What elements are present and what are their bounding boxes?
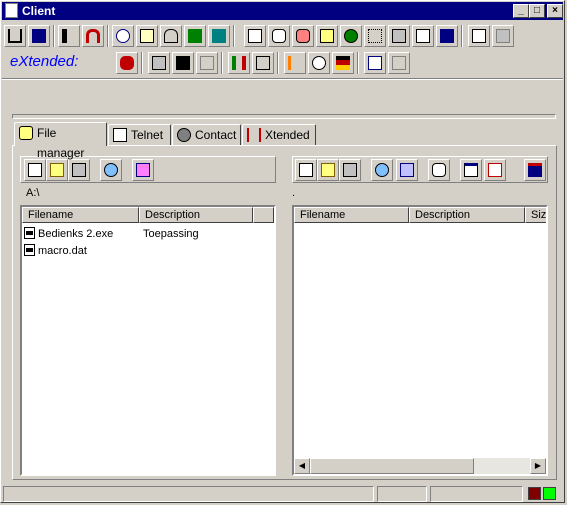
recycle-icon[interactable] bbox=[339, 159, 361, 181]
column-header-filename[interactable]: Filename bbox=[294, 207, 409, 223]
close-button[interactable]: × bbox=[547, 4, 563, 18]
tab-label: Telnet bbox=[131, 128, 164, 142]
disconnect-icon[interactable] bbox=[28, 25, 50, 47]
printer-icon[interactable] bbox=[412, 25, 434, 47]
scroll-thumb[interactable] bbox=[310, 458, 474, 474]
speaker-icon[interactable] bbox=[58, 25, 80, 47]
info-icon[interactable] bbox=[112, 25, 134, 47]
transfer-icon[interactable] bbox=[371, 159, 393, 181]
toolbar-separator bbox=[221, 52, 223, 74]
file-icon bbox=[24, 227, 35, 239]
settings-wrench-icon[interactable] bbox=[388, 52, 410, 74]
help-icon[interactable] bbox=[308, 52, 330, 74]
tab-label: Xtended bbox=[265, 128, 310, 142]
progress-bar bbox=[12, 114, 556, 119]
hand-icon[interactable] bbox=[268, 25, 290, 47]
toolbar-separator bbox=[461, 25, 463, 47]
help-file-icon[interactable] bbox=[132, 159, 154, 181]
status-indicator-green bbox=[543, 487, 556, 500]
file-name: Bedienks 2.exe bbox=[38, 228, 114, 240]
window-title: Client bbox=[22, 4, 56, 18]
tab-xtended[interactable]: Xtended bbox=[242, 124, 316, 146]
magnifier-folder-icon bbox=[19, 126, 33, 140]
globe-icon[interactable] bbox=[340, 25, 362, 47]
table-row[interactable]: macro.dat bbox=[24, 243, 87, 259]
tab-contact[interactable]: Contact bbox=[172, 124, 241, 146]
puzzle-icon[interactable] bbox=[208, 25, 230, 47]
wrench-icon[interactable] bbox=[196, 52, 218, 74]
file-name: macro.dat bbox=[38, 245, 87, 257]
server-icon[interactable] bbox=[524, 159, 546, 181]
fax-icon[interactable] bbox=[388, 25, 410, 47]
status-indicator-dark bbox=[528, 487, 541, 500]
file-icon bbox=[24, 244, 35, 256]
torch-icon[interactable] bbox=[284, 52, 306, 74]
network-drive-icon[interactable] bbox=[396, 159, 418, 181]
maximize-button[interactable]: □ bbox=[529, 4, 545, 18]
toolbar-separator bbox=[233, 25, 235, 47]
status-segment bbox=[430, 486, 523, 502]
grid-icon[interactable] bbox=[364, 25, 386, 47]
file-description: Toepassing bbox=[143, 228, 199, 240]
clipboard-icon[interactable] bbox=[316, 25, 338, 47]
horizontal-scrollbar[interactable]: ◀ ▶ bbox=[294, 458, 546, 474]
column-header-description[interactable]: Description bbox=[409, 207, 525, 223]
app-icon[interactable] bbox=[5, 3, 18, 18]
notepad-icon[interactable] bbox=[136, 25, 158, 47]
minimize-button[interactable]: _ bbox=[513, 4, 529, 18]
book-icon[interactable] bbox=[436, 25, 458, 47]
hand-pointer-icon[interactable] bbox=[428, 159, 450, 181]
left-path: A:\ bbox=[26, 187, 40, 199]
new-folder-icon[interactable] bbox=[317, 159, 339, 181]
tab-file-manager[interactable]: File manager bbox=[14, 122, 107, 160]
extended-label: eXtended: bbox=[10, 53, 79, 70]
hand-red-icon[interactable] bbox=[292, 25, 314, 47]
left-file-list[interactable]: Filename Description Bedienks 2.exe Toep… bbox=[20, 205, 276, 476]
scroll-left-icon[interactable]: ◀ bbox=[294, 458, 310, 474]
tab-telnet[interactable]: Telnet bbox=[108, 124, 171, 146]
title-bar[interactable]: Client _ □ × bbox=[2, 2, 563, 20]
toolbar-separator bbox=[141, 52, 143, 74]
toolbar-separator bbox=[277, 52, 279, 74]
column-header-extra[interactable] bbox=[253, 207, 274, 223]
table-row[interactable]: Bedienks 2.exe bbox=[24, 226, 113, 242]
german-flag-icon[interactable] bbox=[332, 52, 354, 74]
traffic-light-icon[interactable] bbox=[228, 52, 250, 74]
tools-icon[interactable] bbox=[252, 52, 274, 74]
magnet-icon[interactable] bbox=[82, 25, 104, 47]
tab-label: Contact bbox=[195, 128, 237, 142]
heart-icon[interactable] bbox=[116, 52, 138, 74]
toolbar-divider bbox=[2, 78, 563, 80]
connect-icon[interactable] bbox=[4, 25, 26, 47]
right-file-list[interactable]: Filename Description Siz ◀ ▶ bbox=[292, 205, 548, 476]
scroll-right-icon[interactable]: ▶ bbox=[530, 458, 546, 474]
transfer-icon[interactable] bbox=[100, 159, 122, 181]
xtended-icon bbox=[247, 128, 261, 142]
toolbar-separator bbox=[53, 25, 55, 47]
new-file-icon[interactable] bbox=[295, 159, 317, 181]
terminal-icon bbox=[113, 128, 127, 142]
phone-icon[interactable] bbox=[468, 25, 490, 47]
column-header-size[interactable]: Siz bbox=[525, 207, 546, 223]
monitor-icon[interactable] bbox=[172, 52, 194, 74]
network-icon[interactable] bbox=[184, 25, 206, 47]
status-main bbox=[3, 486, 374, 502]
computer-icon[interactable] bbox=[148, 52, 170, 74]
status-segment bbox=[377, 486, 427, 502]
blank-page-icon[interactable] bbox=[244, 25, 266, 47]
close-window-icon[interactable] bbox=[484, 159, 506, 181]
contact-icon bbox=[177, 128, 191, 142]
window-icon[interactable] bbox=[460, 159, 482, 181]
toolbar-separator bbox=[357, 52, 359, 74]
column-header-filename[interactable]: Filename bbox=[22, 207, 139, 223]
properties-icon[interactable] bbox=[364, 52, 386, 74]
eraser-icon[interactable] bbox=[492, 25, 514, 47]
tab-label: File manager bbox=[37, 126, 85, 160]
bell-icon[interactable] bbox=[160, 25, 182, 47]
column-header-description[interactable]: Description bbox=[139, 207, 253, 223]
toolbar-separator bbox=[107, 25, 109, 47]
right-path: . bbox=[292, 187, 296, 199]
